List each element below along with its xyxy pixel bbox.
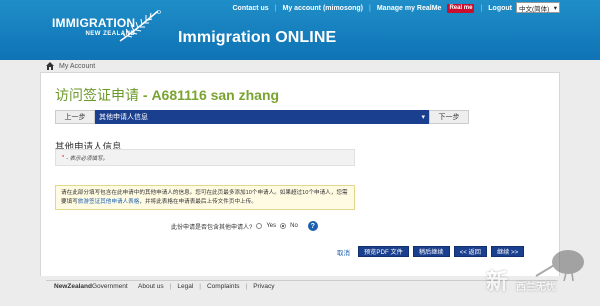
application-id: - A681116 san zhang [139,87,280,103]
app-title: Immigration ONLINE [178,29,337,46]
other-applicants-form-link[interactable]: 旅游签证其他申请人表格 [78,199,140,205]
step-select[interactable]: 其他申请人信息 ▾ [95,110,429,124]
contact-us-link[interactable]: Contact us [233,5,269,12]
chevron-down-icon: ▾ [553,4,557,12]
watermark: 新 西兰无忧 [476,240,596,300]
chevron-down-icon: ▾ [421,114,425,121]
footer-link-about[interactable]: About us [138,283,164,290]
watermark-text-2: 西兰无忧 [516,282,556,293]
cancel-link[interactable]: 取消 [337,247,350,257]
home-icon[interactable] [46,62,54,70]
next-step-button[interactable]: 下一步 [429,110,469,124]
silver-fern-icon [119,10,161,42]
help-icon[interactable]: ? [307,221,318,231]
info-text-2: ，并将此表格在申请表最后上传文件页中上传。 [139,199,257,205]
site-header: IMMIGRATION NEW ZEALAND Immigration ONLI… [0,0,600,60]
breadcrumb: My Account [46,62,95,70]
nz-government-logo[interactable]: NewZealandGovernment [54,283,128,290]
other-applicants-question: 此份申请是否包含其他申请人? Yes No ? [171,221,318,231]
preview-pdf-button[interactable]: 预览PDF 文件 [358,246,409,257]
required-asterisk: * [62,154,65,161]
gov-logo-rest: Government [91,283,128,290]
page-title: 访问签证申请 - A681116 san zhang [55,85,279,105]
footer-links: About us | Legal | Complaints | Privacy [138,283,275,290]
footer-link-privacy[interactable]: Privacy [253,283,274,290]
no-radio[interactable] [280,223,287,229]
previous-step-button[interactable]: 上一步 [55,110,95,124]
current-step-label: 其他申请人信息 [99,114,148,121]
required-note-text: - 表示必须填写。 [66,155,109,162]
top-links: Contact us | My account (mimosong) | Man… [233,4,512,13]
info-box: 请在此部分填写包含在此申请中的其他申请人的信息。您可在此页最多添加10个申请人。… [55,185,355,210]
footer-link-complaints[interactable]: Complaints [207,283,240,290]
no-label: No [290,223,298,229]
language-value: 中文(简体) [519,5,550,13]
breadcrumb-my-account[interactable]: My Account [59,63,95,70]
separator: | [274,5,277,12]
language-select[interactable]: 中文(简体) ▾ [516,2,560,13]
separator: | [369,5,371,12]
step-navigation: 上一步 其他申请人信息 ▾ 下一步 [55,110,469,124]
page-title-prefix: 访问签证申请 [55,87,139,103]
separator: | [480,5,483,12]
separator: | [169,283,172,290]
separator: | [199,283,201,290]
my-account-link[interactable]: My account (mimosong) [283,5,364,12]
yes-radio[interactable] [256,223,263,229]
yes-label: Yes [266,223,277,229]
logout-link[interactable]: Logout [488,5,512,12]
question-label: 此份申请是否包含其他申请人? [171,224,253,231]
save-continue-later-button[interactable]: 稍后继续 [412,246,450,257]
manage-realme-link[interactable]: Manage my RealMe [377,5,442,12]
required-note: * - 表示必须填写。 [55,149,355,166]
footer-link-legal[interactable]: Legal [177,283,193,290]
watermark-text-1: 新 [486,269,509,294]
separator: | [245,283,248,290]
gov-logo-bold: NewZealand [54,283,92,290]
realme-badge-icon: Real me [447,4,475,13]
